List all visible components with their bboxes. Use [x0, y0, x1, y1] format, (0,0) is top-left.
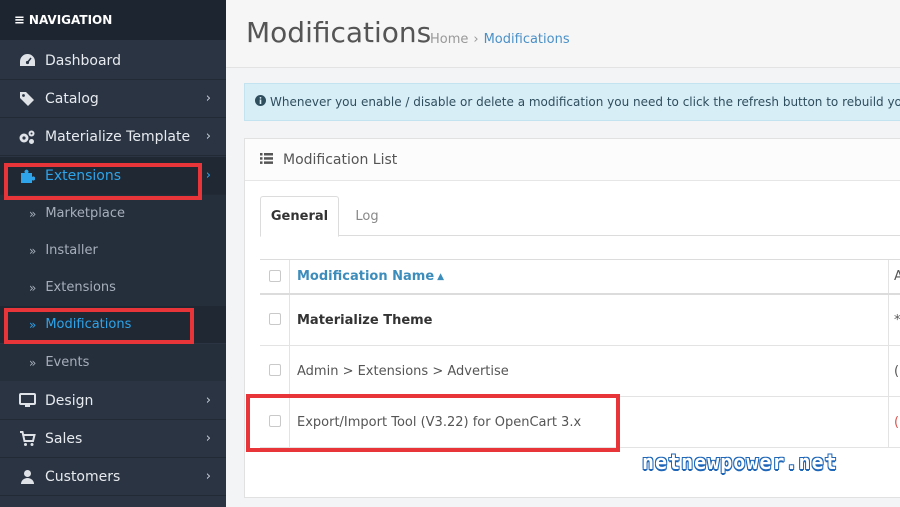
sidebar-item-label: Dashboard [45, 52, 121, 69]
row-extra-cell: ( [894, 363, 900, 379]
table-row: Materialize Theme * [260, 295, 900, 346]
user-icon [18, 469, 36, 485]
sidebar-item-sales[interactable]: Sales › [0, 420, 226, 458]
breadcrumb-current-link[interactable]: Modifications [484, 32, 570, 47]
sidebar-subitem-label: Modifications [45, 317, 132, 332]
sidebar-item-design[interactable]: Design › [0, 382, 226, 420]
caret-up-icon: ▲ [437, 271, 445, 282]
sidebar-item-label: Sales [45, 430, 83, 447]
sidebar-subitem-marketplace[interactable]: » Marketplace [0, 195, 226, 232]
monitor-icon [18, 393, 36, 408]
modification-name: Admin > Extensions > Advertise [297, 363, 509, 379]
sidebar: ≡ NAVIGATION Dashboard Catalog › Materia… [0, 0, 226, 507]
breadcrumb: Home › Modifications [430, 32, 570, 47]
chevron-right-icon: › [205, 393, 211, 408]
cart-icon [18, 430, 36, 447]
select-all-checkbox[interactable] [269, 270, 281, 282]
modification-list-panel: Modification List General Log Modificati… [244, 138, 900, 498]
double-chevron-icon: » [29, 243, 37, 258]
chevron-right-icon: › [205, 91, 211, 106]
row-extra-cell: ( [894, 414, 900, 430]
info-alert: Whenever you enable / disable or delete … [244, 83, 900, 121]
sidebar-item-label: Customers [45, 468, 121, 485]
table-row: Export/Import Tool (V3.22) for OpenCart … [260, 397, 900, 448]
breadcrumb-home-link[interactable]: Home [430, 32, 468, 47]
sidebar-item-catalog[interactable]: Catalog › [0, 80, 226, 118]
double-chevron-icon: » [29, 355, 37, 370]
sidebar-item-extensions[interactable]: Extensions › [0, 157, 226, 195]
chevron-right-icon: › [205, 469, 211, 484]
page-title: Modifications [246, 16, 432, 49]
sidebar-subitem-label: Installer [45, 243, 98, 258]
breadcrumb-separator-icon: › [473, 32, 479, 47]
sidebar-item-materialize-template[interactable]: Materialize Template › [0, 118, 226, 156]
modification-name: Materialize Theme [297, 312, 433, 328]
alert-text: Whenever you enable / disable or delete … [270, 95, 900, 109]
sidebar-item-label: Extensions [45, 167, 122, 184]
sidebar-item-label: Materialize Template [45, 128, 191, 145]
watermark-text: netnewpower.net [642, 450, 838, 474]
sidebar-subitem-label: Events [45, 355, 90, 370]
tab-log[interactable]: Log [339, 196, 395, 236]
sidebar-subitem-modifications[interactable]: » Modifications [0, 306, 226, 343]
panel-title: Modification List [283, 151, 398, 168]
next-column-header-fragment: A [894, 269, 900, 284]
table-row: Admin > Extensions > Advertise ( [260, 346, 900, 397]
column-header-label: Modification Name [297, 269, 435, 284]
modification-table: Modification Name ▲ A Materialize Theme … [260, 259, 900, 448]
info-circle-icon [255, 95, 266, 109]
sidebar-item-label: Catalog [45, 90, 99, 107]
puzzle-icon [18, 168, 36, 184]
sidebar-subitem-label: Marketplace [45, 206, 126, 221]
page-header: Modifications Home › Modifications [226, 0, 900, 68]
double-chevron-icon: » [29, 280, 37, 295]
dashboard-icon [18, 53, 36, 68]
nav-header-label: NAVIGATION [28, 13, 113, 27]
table-header-row: Modification Name ▲ A [260, 260, 900, 295]
panel-heading: Modification List [245, 139, 900, 181]
sidebar-item-dashboard[interactable]: Dashboard [0, 42, 226, 80]
menu-icon: ≡ [14, 12, 25, 28]
sidebar-subitem-events[interactable]: » Events [0, 344, 226, 381]
sidebar-subitem-installer[interactable]: » Installer [0, 232, 226, 269]
chevron-right-icon: › [205, 431, 211, 446]
list-icon [260, 152, 273, 168]
tab-bar: General Log [260, 196, 900, 237]
chevron-right-icon: › [205, 129, 211, 144]
double-chevron-icon: » [29, 317, 37, 332]
sidebar-subitem-label: Extensions [45, 280, 116, 295]
sort-by-name-link[interactable]: Modification Name ▲ [297, 260, 444, 293]
chevron-right-icon: › [205, 168, 211, 183]
row-checkbox[interactable] [269, 313, 281, 325]
row-extra-cell: * [894, 312, 900, 328]
sidebar-subitem-extensions[interactable]: » Extensions [0, 269, 226, 306]
sidebar-item-label: Design [45, 392, 94, 409]
double-chevron-icon: » [29, 206, 37, 221]
modification-name: Export/Import Tool (V3.22) for OpenCart … [297, 414, 582, 430]
main-content: Modifications Home › Modifications Wheneve… [226, 0, 900, 507]
nav-header: ≡ NAVIGATION [0, 0, 226, 40]
row-checkbox[interactable] [269, 364, 281, 376]
sidebar-item-customers[interactable]: Customers › [0, 458, 226, 496]
tag-icon [18, 91, 36, 107]
cogs-icon [18, 129, 36, 145]
tab-general[interactable]: General [260, 196, 339, 237]
row-checkbox[interactable] [269, 415, 281, 427]
